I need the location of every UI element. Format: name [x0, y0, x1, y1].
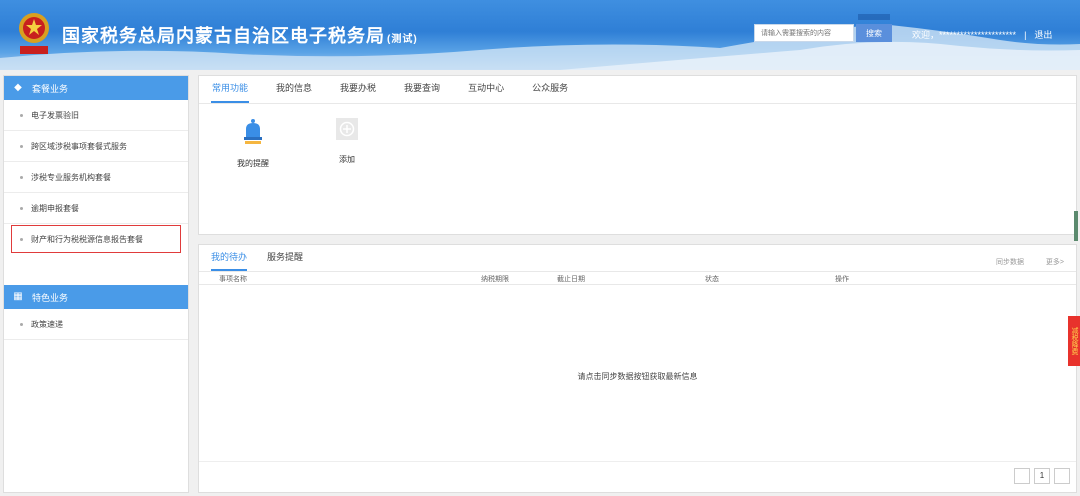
- column-header: 截止日期: [557, 276, 585, 283]
- sidebar-item-overdue-filing[interactable]: 逾期申报套餐: [4, 193, 188, 224]
- sidebar-item-label: 跨区域涉税事项套餐式服务: [31, 141, 127, 151]
- sidebar-item-invoice-verify[interactable]: 电子发票验旧: [4, 100, 188, 131]
- cube-icon: ◆: [14, 82, 22, 93]
- bullet-icon: [20, 322, 23, 326]
- search-input[interactable]: [754, 24, 854, 42]
- grid-icon: ▦: [13, 291, 23, 302]
- empty-state-message: 请点击同步数据按钮获取最新信息: [577, 372, 698, 381]
- common-functions-panel: 常用功能 我的信息 我要办税 我要查询 互动中心 公众服务 我的提醒 添加: [198, 75, 1078, 241]
- float-tax-reduction-tab[interactable]: 减税降费: [1068, 316, 1080, 366]
- next-page-button[interactable]: [1054, 468, 1070, 484]
- todo-panel: 我的待办 服务提醒 同步数据 更多> 事项名称 纳税期限 截止日期 状态 操作 …: [198, 244, 1077, 493]
- tab-interaction[interactable]: 互动中心: [467, 81, 505, 103]
- todo-tabs: 我的待办 服务提醒: [199, 245, 1076, 271]
- tab-tax-handling[interactable]: 我要办税: [339, 81, 377, 103]
- tax-emblem-icon: [19, 13, 49, 54]
- site-title: 国家税务总局内蒙古自治区电子税务局 (测试): [62, 22, 418, 48]
- page-number[interactable]: 1: [1034, 468, 1050, 484]
- bullet-icon: [20, 237, 23, 241]
- tab-service-reminders[interactable]: 服务提醒: [267, 250, 303, 271]
- user-welcome: 欢迎，********************** | 退出: [912, 28, 1052, 41]
- main-tabs: 常用功能 我的信息 我要办税 我要查询 互动中心 公众服务: [199, 76, 1076, 104]
- sidebar-section-packages[interactable]: ◆ 套餐业务: [4, 76, 188, 100]
- sidebar-item-policy[interactable]: 政策速递: [4, 309, 188, 340]
- function-label: 添加: [339, 155, 355, 164]
- sidebar-item-cross-region[interactable]: 跨区域涉税事项套餐式服务: [4, 131, 188, 162]
- sidebar-item-label: 财产和行为税税源信息报告套餐: [31, 234, 143, 244]
- logout-link[interactable]: 退出: [1034, 30, 1052, 40]
- sync-data-button[interactable]: 同步数据: [996, 259, 1024, 266]
- todo-tools: 同步数据 更多>: [976, 257, 1064, 267]
- sidebar-item-label: 政策速递: [31, 319, 63, 329]
- sidebar-section-title: 套餐业务: [32, 83, 69, 94]
- site-title-text: 国家税务总局内蒙古自治区电子税务局: [62, 26, 385, 46]
- column-header: 操作: [835, 276, 849, 283]
- site-header: 国家税务总局内蒙古自治区电子税务局(测试) 搜索 欢迎，************…: [0, 0, 1080, 70]
- table-header: 事项名称 纳税期限 截止日期 状态 操作: [199, 271, 1076, 285]
- search-button[interactable]: 搜索: [856, 24, 892, 42]
- function-add[interactable]: 添加: [317, 118, 377, 165]
- sidebar-item-label: 涉税专业服务机构套餐: [31, 172, 111, 182]
- header-separator: |: [1024, 30, 1027, 40]
- tab-public-service[interactable]: 公众服务: [531, 81, 569, 103]
- site-title-suffix: (测试): [387, 34, 418, 45]
- tab-my-todo[interactable]: 我的待办: [211, 250, 248, 271]
- column-header: 纳税期限: [481, 276, 509, 283]
- column-header: 事项名称: [219, 276, 247, 283]
- bell-icon: [244, 119, 262, 144]
- welcome-text: 欢迎，**********************: [912, 30, 1017, 40]
- function-my-reminders[interactable]: 我的提醒: [223, 118, 283, 169]
- sidebar-section-special[interactable]: ▦ 特色业务: [4, 285, 188, 309]
- bullet-icon: [20, 175, 23, 179]
- sidebar-item-label: 逾期申报套餐: [31, 203, 79, 213]
- pagination: 1: [1014, 468, 1070, 484]
- tab-my-info[interactable]: 我的信息: [275, 81, 313, 103]
- sidebar-item-tax-agency[interactable]: 涉税专业服务机构套餐: [4, 162, 188, 193]
- more-link[interactable]: 更多>: [1046, 259, 1064, 266]
- bullet-icon: [20, 144, 23, 148]
- prev-page-button[interactable]: [1014, 468, 1030, 484]
- tab-common-functions[interactable]: 常用功能: [211, 81, 250, 103]
- column-header: 状态: [705, 276, 719, 283]
- bullet-icon: [20, 206, 23, 210]
- sidebar-item-property-tax-report[interactable]: 财产和行为税税源信息报告套餐: [11, 225, 181, 253]
- scroll-indicator[interactable]: [1074, 211, 1078, 241]
- function-label: 我的提醒: [237, 159, 269, 168]
- sidebar-item-label: 电子发票验旧: [31, 110, 79, 120]
- left-sidebar: ◆ 套餐业务 电子发票验旧 跨区域涉税事项套餐式服务 涉税专业服务机构套餐 逾期…: [3, 75, 189, 493]
- bullet-icon: [20, 113, 23, 117]
- sidebar-section-title: 特色业务: [32, 292, 69, 303]
- tab-query[interactable]: 我要查询: [403, 81, 441, 103]
- plus-icon: [336, 118, 358, 140]
